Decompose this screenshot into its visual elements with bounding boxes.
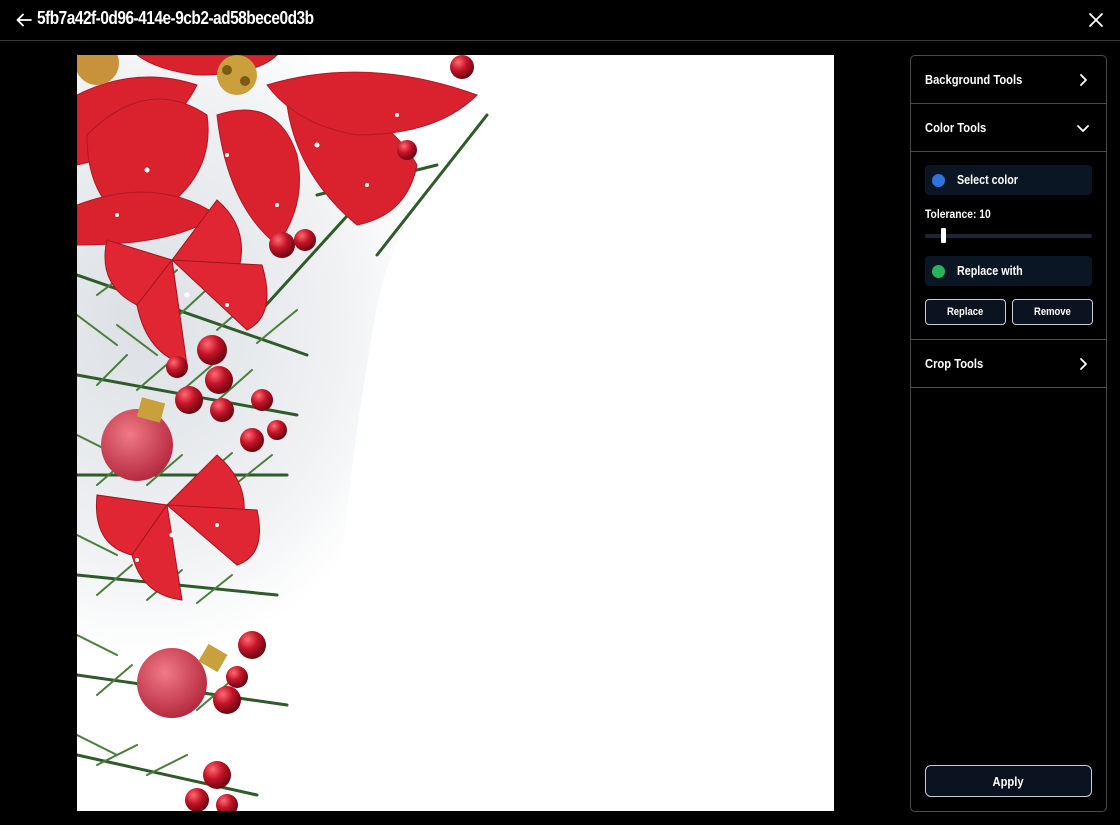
crop-tools-label: Crop Tools — [925, 356, 984, 371]
color-tools-label: Color Tools — [925, 120, 987, 135]
chevron-right-icon — [1080, 74, 1087, 86]
top-bar: 5fb7a42f-0d96-414e-9cb2-ad58bece0d3b — [0, 0, 1120, 41]
apply-button-label: Apply — [992, 773, 1025, 789]
select-color-swatch — [932, 173, 945, 187]
apply-button[interactable]: Apply — [925, 765, 1092, 797]
background-tools-header[interactable]: Background Tools — [911, 56, 1106, 104]
select-color-button[interactable]: Select color — [925, 165, 1092, 195]
tolerance-slider[interactable] — [925, 228, 1092, 243]
tolerance-label: Tolerance: 10 — [925, 207, 991, 221]
color-tools-body: Select color Tolerance: 10 Replace with … — [911, 152, 1106, 340]
replace-button[interactable]: Replace — [925, 299, 1006, 325]
replace-with-button[interactable]: Replace with — [925, 256, 1092, 286]
page-title: 5fb7a42f-0d96-414e-9cb2-ad58bece0d3b — [37, 8, 314, 28]
tolerance-slider-thumb[interactable] — [941, 228, 947, 243]
color-tools-header[interactable]: Color Tools — [911, 104, 1106, 152]
close-button[interactable] — [1084, 8, 1108, 32]
remove-button-label: Remove — [1034, 306, 1071, 318]
replace-button-label: Replace — [947, 306, 984, 318]
tools-panel: Background Tools Color Tools Select colo… — [910, 55, 1107, 812]
back-button[interactable] — [12, 8, 36, 32]
remove-button[interactable]: Remove — [1012, 299, 1093, 325]
christmas-decoration-image — [77, 55, 834, 811]
replace-with-swatch — [932, 264, 945, 278]
replace-with-label: Replace with — [957, 264, 1023, 278]
chevron-right-icon — [1080, 358, 1087, 370]
close-icon — [1089, 13, 1103, 27]
chevron-down-icon — [1077, 125, 1089, 132]
image-canvas[interactable] — [77, 55, 834, 811]
select-color-label: Select color — [957, 173, 1018, 187]
background-tools-label: Background Tools — [925, 72, 1023, 87]
arrow-left-icon — [16, 13, 32, 27]
crop-tools-header[interactable]: Crop Tools — [911, 340, 1106, 388]
